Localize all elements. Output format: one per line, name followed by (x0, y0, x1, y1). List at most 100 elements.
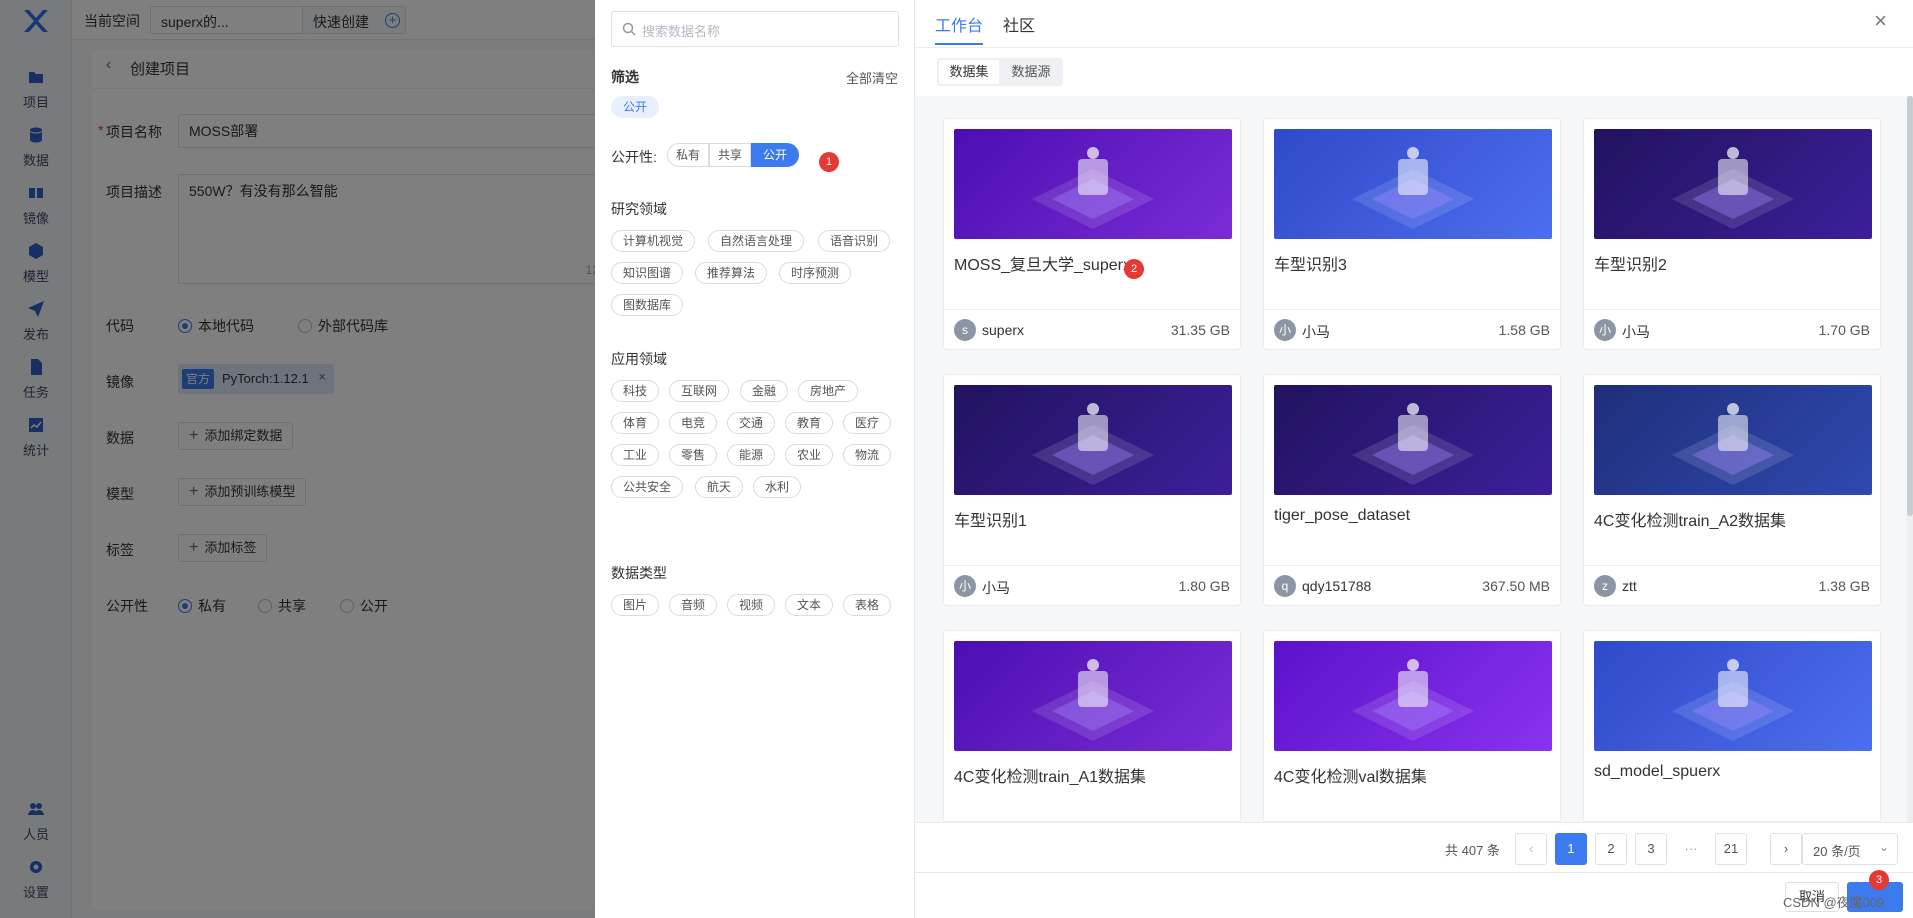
filter-title: 筛选 (611, 69, 639, 85)
tab-community[interactable]: 社区 (1003, 12, 1035, 36)
next-page-button[interactable]: › (1770, 833, 1802, 865)
avatar: 小 (954, 575, 976, 597)
research-chip[interactable]: 语音识别 (818, 230, 891, 252)
datatype-chip[interactable]: 音频 (669, 594, 718, 616)
application-chip[interactable]: 公共安全 (611, 476, 684, 498)
dataset-owner: 小马 (1622, 324, 1650, 340)
page-button-3[interactable]: 3 (1635, 833, 1667, 865)
dataset-size: 1.38 GB (1818, 578, 1870, 594)
application-chip[interactable]: 工业 (611, 444, 660, 466)
dataset-card[interactable]: 4C变化检测train_A1数据集 (943, 630, 1241, 822)
visibility-option-1[interactable]: 共享 (709, 143, 751, 167)
sub-tab-datasource[interactable]: 数据源 (1001, 60, 1061, 84)
close-icon[interactable]: × (1874, 8, 1887, 34)
prev-page-button[interactable]: ‹ (1515, 833, 1547, 865)
research-chip[interactable]: 自然语言处理 (708, 230, 805, 252)
page-size-select[interactable]: 20 条/页 ⌄ (1802, 833, 1898, 865)
application-chip[interactable]: 农业 (785, 444, 834, 466)
search-placeholder: 搜索数据名称 (642, 24, 721, 39)
application-chip[interactable]: 体育 (611, 412, 660, 434)
page-button-···[interactable]: ··· (1675, 833, 1707, 865)
datatype-chip[interactable]: 图片 (611, 594, 660, 616)
application-chip[interactable]: 金融 (740, 380, 789, 402)
illustration-icon (1032, 403, 1154, 485)
card-divider (1264, 565, 1560, 566)
dataset-card[interactable]: 车型识别3 小小马 1.58 GB (1263, 118, 1561, 350)
datatype-chip[interactable]: 视频 (727, 594, 776, 616)
dataset-thumbnail (1594, 385, 1872, 495)
illustration-icon (1352, 147, 1474, 229)
dataset-search-input[interactable]: 搜索数据名称 (611, 11, 899, 47)
page-size-value: 20 条/页 (1813, 844, 1861, 859)
dataset-card[interactable]: 4C变化检测train_A2数据集 z ztt 1.38 GB (1583, 374, 1881, 606)
page-button-2[interactable]: 2 (1595, 833, 1627, 865)
application-chip[interactable]: 水利 (753, 476, 802, 498)
card-divider (944, 309, 1240, 310)
research-chip[interactable]: 知识图谱 (611, 262, 684, 284)
divider (915, 872, 1913, 873)
chevron-down-icon: ⌄ (1878, 840, 1889, 854)
watermark: CSDN @夜魔009 (1783, 895, 1885, 910)
application-chip[interactable]: 科技 (611, 380, 660, 402)
dataset-title: sd_model_spuerx (1594, 763, 1721, 780)
application-chip[interactable]: 能源 (727, 444, 776, 466)
tab-workbench[interactable]: 工作台 (935, 12, 983, 36)
avatar: z (1594, 575, 1616, 597)
application-chip[interactable]: 交通 (727, 412, 776, 434)
illustration-icon (1032, 659, 1154, 741)
application-chip[interactable]: 房地产 (798, 380, 859, 402)
visibility-option-2[interactable]: 公开 (751, 143, 799, 167)
dataset-thumbnail (1594, 129, 1872, 239)
dataset-thumbnail (954, 385, 1232, 495)
dataset-size: 367.50 MB (1482, 578, 1550, 594)
research-chip[interactable]: 时序预测 (779, 262, 852, 284)
dataset-title: tiger_pose_dataset (1274, 507, 1411, 524)
research-chip[interactable]: 图数据库 (611, 294, 684, 316)
visibility-filter-label: 公开性: (611, 149, 657, 165)
illustration-icon (1672, 659, 1794, 741)
selected-filter-chip[interactable]: 公开 (611, 96, 660, 118)
page-button-1[interactable]: 1 (1555, 833, 1587, 865)
step-badge-1: 1 (819, 152, 839, 172)
datatype-chip[interactable]: 文本 (785, 594, 834, 616)
dataset-title: 车型识别2 (1594, 257, 1667, 274)
modal-overlay[interactable] (0, 0, 595, 918)
application-chip[interactable]: 航天 (695, 476, 744, 498)
dataset-card[interactable]: 4C变化检测val数据集 (1263, 630, 1561, 822)
sub-tab-dataset[interactable]: 数据集 (939, 60, 999, 84)
datatype-chip[interactable]: 表格 (843, 594, 892, 616)
page-button-21[interactable]: 21 (1715, 833, 1747, 865)
application-chip[interactable]: 物流 (843, 444, 892, 466)
divider (915, 822, 1913, 823)
dataset-card[interactable]: MOSS_复旦大学_superx 2 s superx 31.35 GB (943, 118, 1241, 350)
step-badge-2: 2 (1124, 259, 1144, 279)
illustration-icon (1672, 403, 1794, 485)
dataset-owner: qdy151788 (1302, 578, 1372, 594)
tab-indicator (935, 43, 983, 45)
research-chip[interactable]: 计算机视觉 (611, 230, 696, 252)
application-chip[interactable]: 教育 (785, 412, 834, 434)
application-chip[interactable]: 互联网 (669, 380, 730, 402)
application-chip[interactable]: 医疗 (843, 412, 892, 434)
dataset-thumbnail (1274, 385, 1552, 495)
dataset-thumbnail (1594, 641, 1872, 751)
dataset-card[interactable]: tiger_pose_dataset q qdy151788 367.50 MB (1263, 374, 1561, 606)
dataset-title: 4C变化检测val数据集 (1274, 769, 1427, 786)
application-chip[interactable]: 电竞 (669, 412, 718, 434)
visibility-option-0[interactable]: 私有 (667, 143, 709, 167)
application-chip[interactable]: 零售 (669, 444, 718, 466)
filter-panel: 搜索数据名称 筛选 全部清空 公开 公开性: 私有 共享 公开 1 研究领域 计算机… (595, 0, 915, 918)
avatar: s (954, 319, 976, 341)
dataset-grid: MOSS_复旦大学_superx 2 s superx 31.35 GB 车型识别3 小小马… (915, 96, 1913, 822)
dataset-card[interactable]: 车型识别1 小小马 1.80 GB (943, 374, 1241, 606)
dataset-thumbnail (1274, 129, 1552, 239)
scrollbar[interactable] (1907, 96, 1913, 822)
illustration-icon (1032, 147, 1154, 229)
search-icon (622, 22, 636, 36)
dataset-card[interactable]: sd_model_spuerx (1583, 630, 1881, 822)
illustration-icon (1352, 659, 1474, 741)
research-chip[interactable]: 推荐算法 (695, 262, 768, 284)
clear-all-link[interactable]: 全部清空 (846, 68, 898, 87)
dataset-title: 4C变化检测train_A1数据集 (954, 769, 1147, 786)
dataset-card[interactable]: 车型识别2 小小马 1.70 GB (1583, 118, 1881, 350)
